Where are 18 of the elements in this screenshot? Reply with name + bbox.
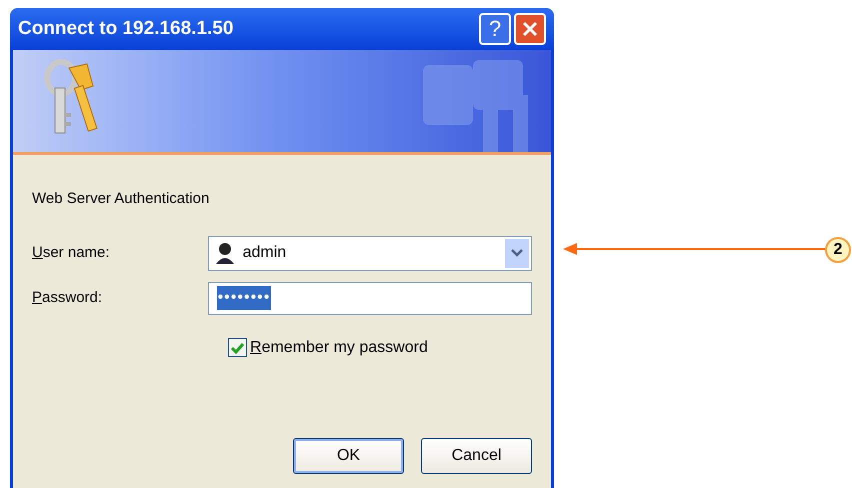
- dropdown-button[interactable]: [505, 238, 529, 268]
- callout-number: 2: [825, 237, 851, 263]
- field-label: Password:: [32, 288, 104, 308]
- user-icon: [214, 242, 235, 264]
- checkbox-label: Remember my password: [250, 338, 428, 358]
- field-value: admin: [242, 243, 288, 263]
- user-name-combo[interactable]: admin: [208, 236, 532, 270]
- window-title: Connect to 192.168.1.50: [18, 16, 234, 41]
- close-icon: [521, 20, 539, 38]
- password-field[interactable]: ••••••••: [208, 282, 532, 314]
- ok-button[interactable]: OK: [293, 438, 404, 474]
- checkbox[interactable]: [228, 338, 247, 357]
- close-button[interactable]: [514, 13, 546, 45]
- cancel-button[interactable]: Cancel: [421, 438, 532, 474]
- prompt-text: Web Server Authentication: [32, 189, 210, 209]
- field-label: User name:: [32, 242, 111, 263]
- help-button[interactable]: ?: [479, 13, 511, 45]
- chevron-down-icon: [511, 249, 523, 257]
